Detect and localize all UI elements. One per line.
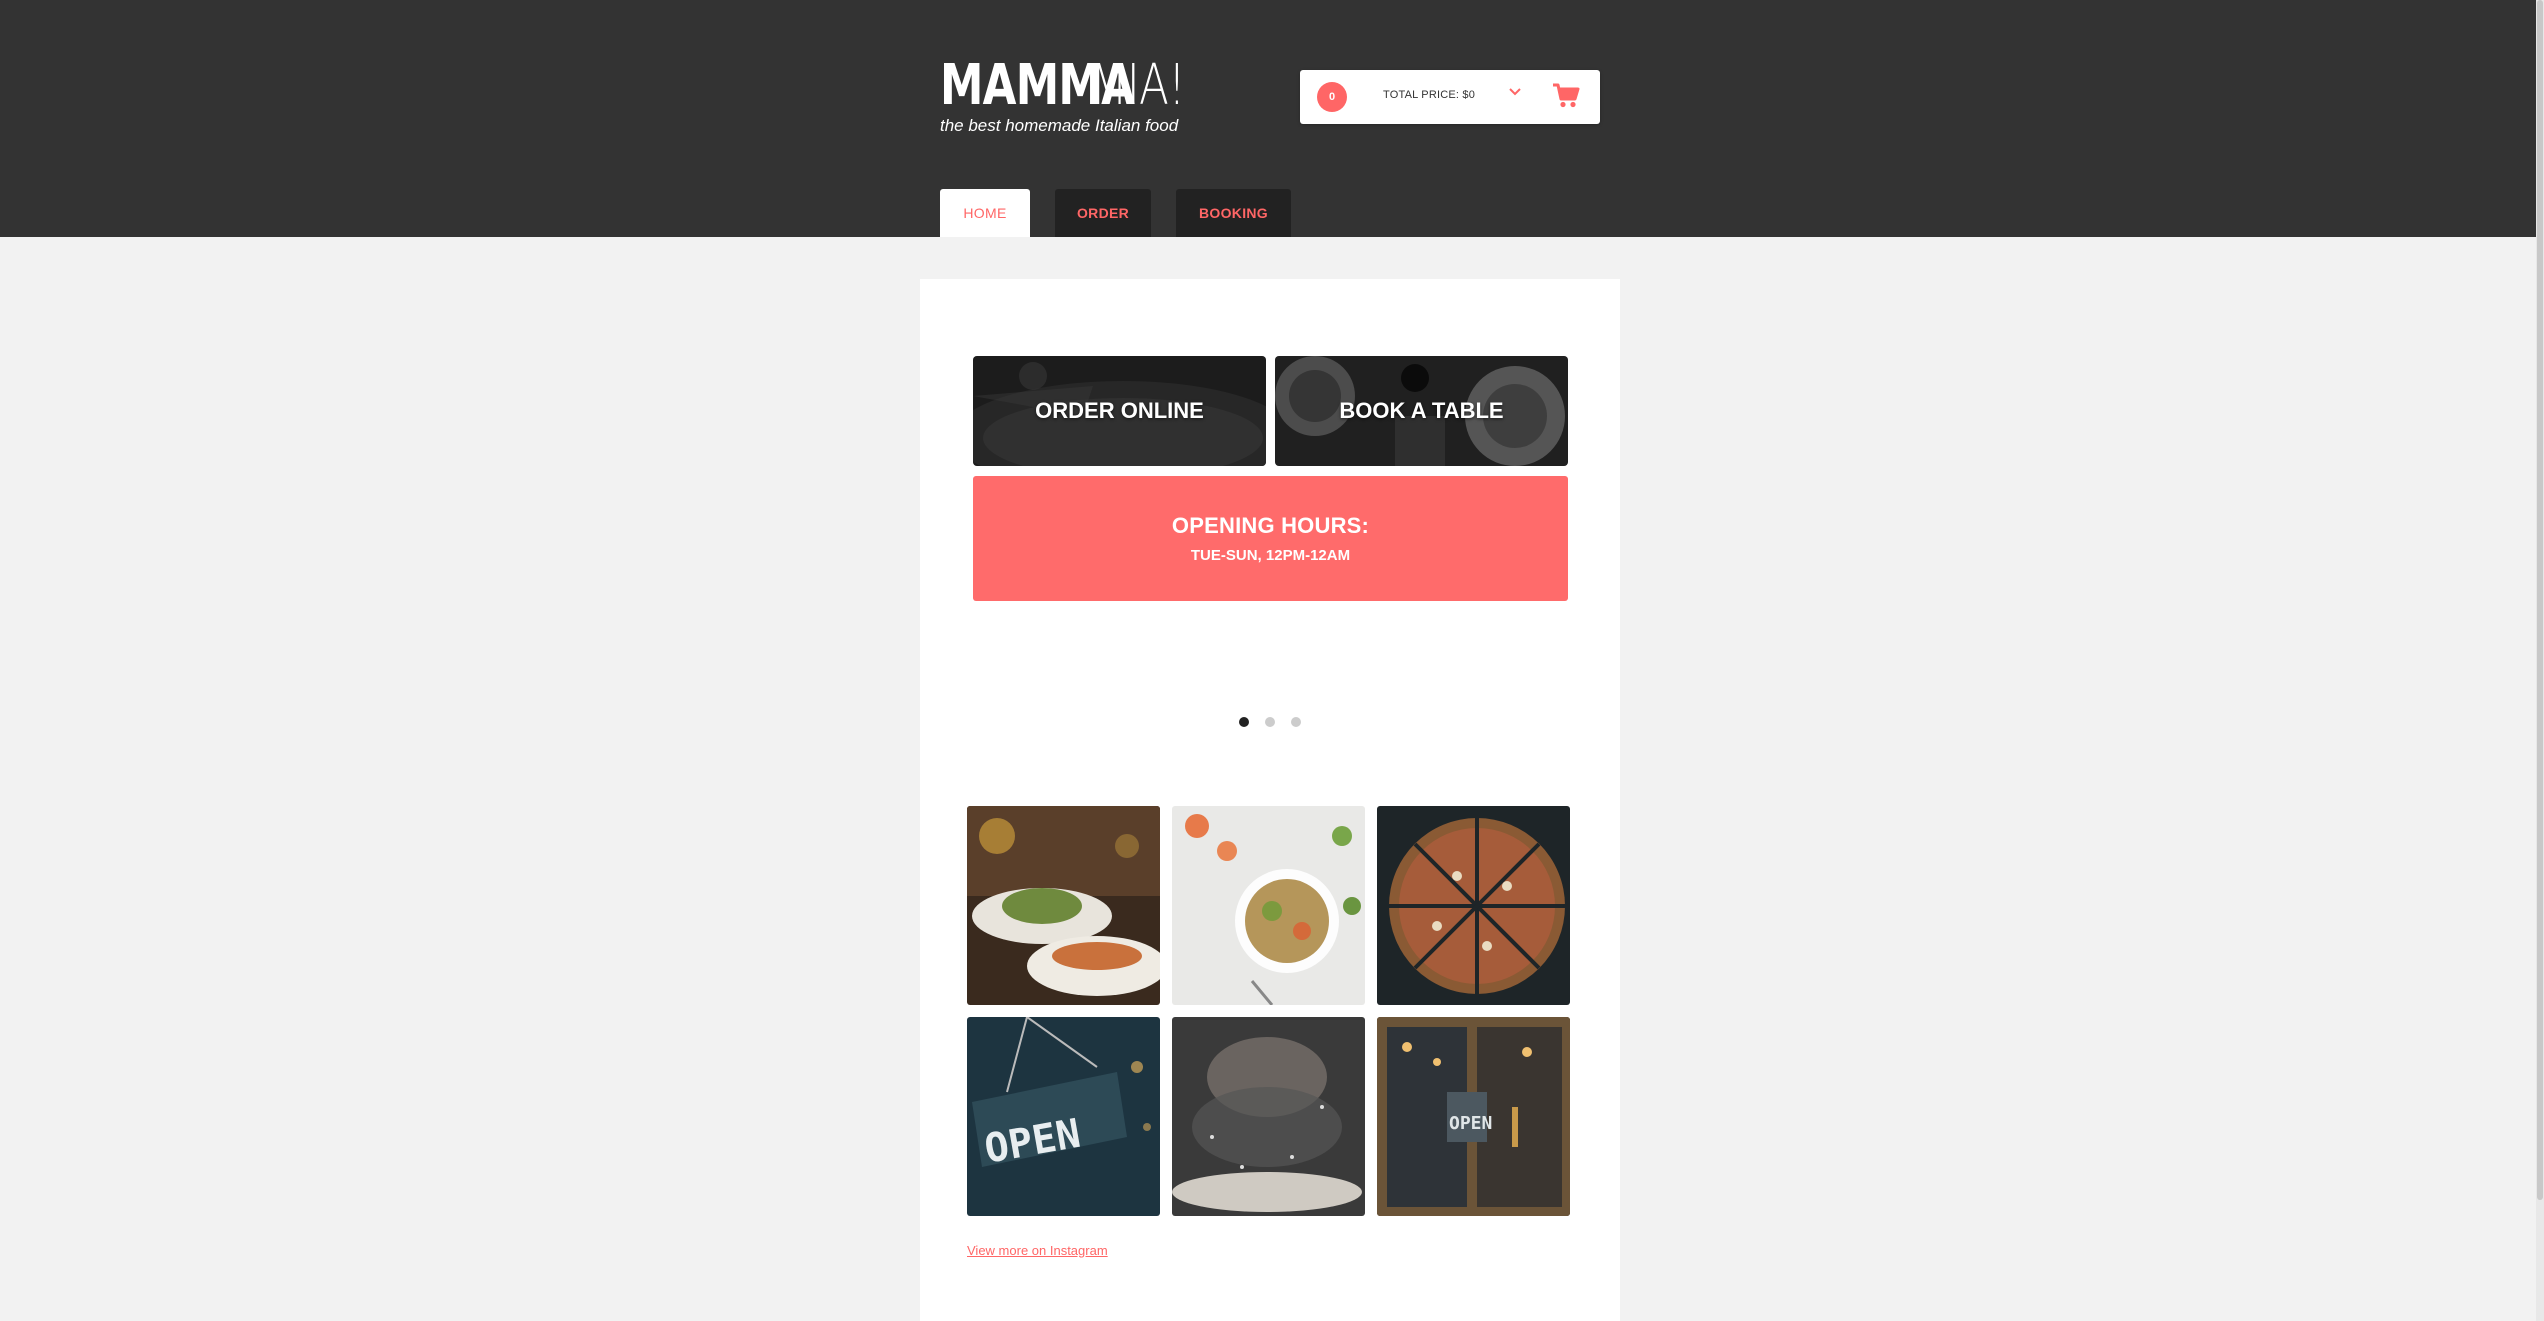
carousel-dot-3[interactable] — [1291, 717, 1301, 727]
page-scrollbar-thumb[interactable] — [2537, 0, 2543, 1200]
opening-hours-banner: OPENING HOURS: TUE-SUN, 12PM-12AM — [973, 476, 1568, 601]
main-nav: HOME ORDER BOOKING — [940, 189, 1291, 237]
carousel-dots — [1239, 717, 1301, 727]
cart-count-badge: 0 — [1317, 82, 1347, 112]
cart-total-price: TOTAL PRICE: $0 — [1383, 89, 1476, 101]
opening-hours-time: TUE-SUN, 12PM-12AM — [1190, 547, 1351, 564]
instagram-gallery: OPEN OPEN — [967, 806, 1574, 1216]
gallery-photo-dough-flour[interactable] — [1172, 1017, 1365, 1216]
main-content: ORDER ONLINE BOOK A TABLE OPENING HOURS:… — [920, 279, 1620, 1321]
tagline: the best homemade Italian food — [940, 116, 1179, 135]
gallery-photo-open-door[interactable]: OPEN — [1377, 1017, 1570, 1216]
order-online-tile[interactable]: ORDER ONLINE — [973, 356, 1266, 466]
tab-booking[interactable]: BOOKING — [1176, 189, 1291, 237]
logo-light: MIA! — [1090, 53, 1186, 118]
gallery-photo-open-sign[interactable]: OPEN — [967, 1017, 1160, 1216]
instagram-link[interactable]: View more on Instagram — [967, 1243, 1108, 1258]
site-logo[interactable]: MAMMA MIA! — [940, 58, 1212, 114]
cart-widget[interactable]: 0 TOTAL PRICE: $0 — [1300, 70, 1600, 124]
gallery-photo-restaurant-dishes[interactable] — [967, 806, 1160, 1005]
shopping-cart-icon[interactable] — [1552, 83, 1580, 109]
chevron-down-icon[interactable] — [1507, 84, 1523, 100]
book-table-tile[interactable]: BOOK A TABLE — [1275, 356, 1568, 466]
svg-text:OPEN: OPEN — [1449, 1113, 1492, 1134]
book-table-label: BOOK A TABLE — [1339, 398, 1504, 423]
carousel-dot-2[interactable] — [1265, 717, 1275, 727]
gallery-photo-sliced-pizza[interactable] — [1377, 806, 1570, 1005]
tab-home[interactable]: HOME — [940, 189, 1030, 237]
carousel-dot-1[interactable] — [1239, 717, 1249, 727]
logo-strong: MAMMA — [940, 53, 1135, 118]
site-header: MAMMA MIA! the best homemade Italian foo… — [0, 0, 2544, 237]
opening-hours-title: OPENING HOURS: — [1171, 513, 1370, 538]
order-online-label: ORDER ONLINE — [1035, 398, 1204, 423]
gallery-photo-salad-bowl[interactable] — [1172, 806, 1365, 1005]
tab-order[interactable]: ORDER — [1055, 189, 1151, 237]
